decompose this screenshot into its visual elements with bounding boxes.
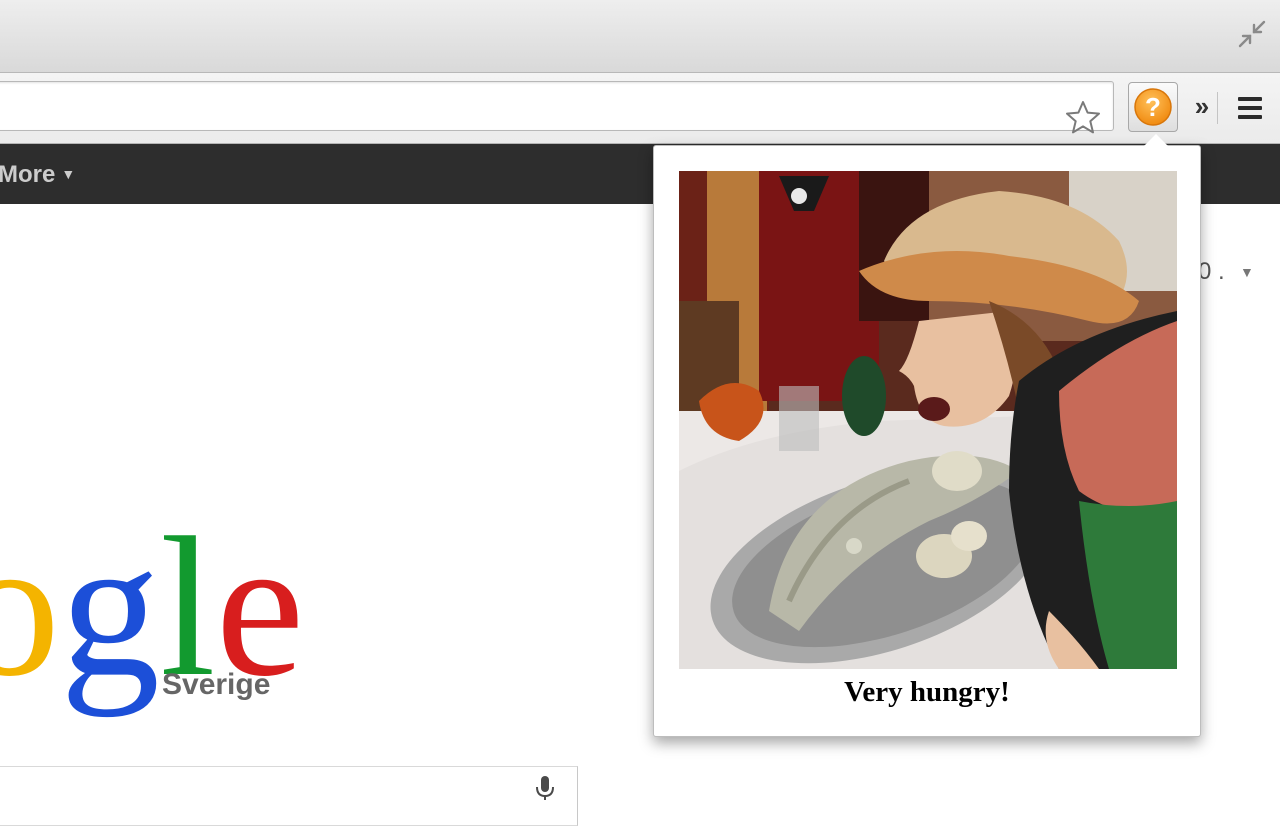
search-input[interactable] bbox=[0, 766, 578, 826]
extension-button[interactable]: ? bbox=[1128, 82, 1178, 132]
chevron-down-icon[interactable]: ▼ bbox=[1240, 264, 1254, 280]
extensions-overflow-button[interactable]: » bbox=[1190, 88, 1214, 124]
svg-text:?: ? bbox=[1145, 92, 1161, 122]
popup-photo bbox=[679, 171, 1177, 669]
chevron-down-icon: ▼ bbox=[61, 166, 76, 182]
more-menu-link[interactable]: More ▼ bbox=[0, 160, 75, 190]
question-mark-icon: ? bbox=[1134, 88, 1172, 126]
logo-letter: g bbox=[60, 497, 160, 718]
account-name-partial[interactable]: 0 . bbox=[1198, 258, 1225, 286]
logo-letter: o bbox=[0, 497, 60, 718]
browser-title-bar bbox=[0, 0, 1280, 73]
toolbar-divider bbox=[1217, 92, 1218, 124]
hamburger-menu-icon[interactable] bbox=[1236, 94, 1264, 122]
more-label: More bbox=[0, 161, 56, 188]
microphone-icon[interactable] bbox=[530, 776, 560, 800]
logo-subtitle: Sverige bbox=[162, 668, 271, 701]
address-bar[interactable] bbox=[0, 81, 1114, 134]
star-icon[interactable] bbox=[1063, 98, 1103, 138]
fullscreen-exit-icon[interactable] bbox=[1236, 18, 1268, 50]
browser-toolbar bbox=[0, 73, 1280, 144]
popup-arrow bbox=[1144, 134, 1168, 146]
popup-caption: Very hungry! bbox=[844, 676, 1010, 708]
